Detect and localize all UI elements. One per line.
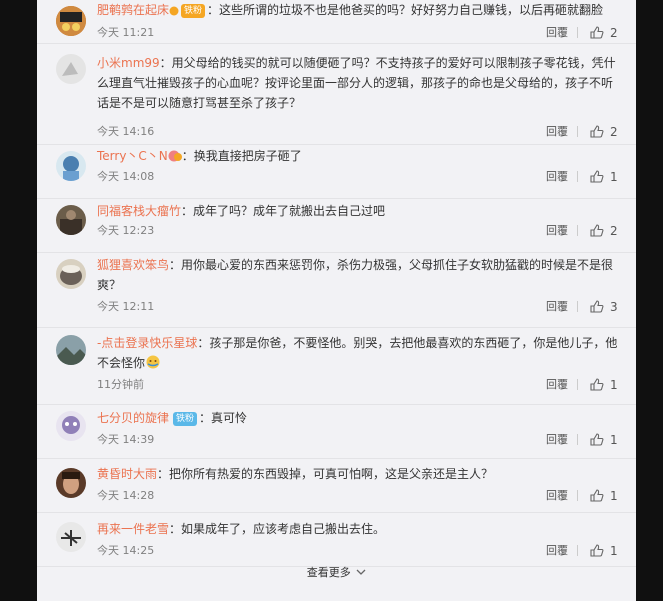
divider <box>577 301 578 312</box>
comment-text: ：如果成年了，应该考虑自己搬出去住。 <box>169 522 386 536</box>
comment-text: ：用父母给的钱买的就可以随便砸了吗？不支持孩子的爱好可以限制孩子零花钱，凭什么理… <box>97 56 616 110</box>
comment-item: -点击登录快乐星球：孩子那是你爸，不要怪他。别哭，去把他最喜欢的东西砸了，你是他… <box>37 328 636 405</box>
divider <box>577 379 578 390</box>
thumbs-up-icon <box>590 544 604 557</box>
like-button[interactable]: 2 <box>590 26 618 40</box>
thumbs-up-icon <box>590 300 604 313</box>
avatar[interactable] <box>56 151 86 181</box>
username-link[interactable]: 同福客栈大瘤竹 <box>97 204 181 218</box>
reply-button[interactable]: 回覆 <box>546 378 568 392</box>
reply-button[interactable]: 回覆 <box>546 300 568 314</box>
username-link[interactable]: Terry丶C丶N <box>97 149 168 163</box>
vip-icon <box>169 2 179 22</box>
reply-button[interactable]: 回覆 <box>546 433 568 447</box>
vip-icon <box>168 148 182 168</box>
comment-item: 再来一件老雪：如果成年了，应该考虑自己搬出去住。 今天 14:25 回覆 1 <box>37 513 636 567</box>
comment-text: ：这些所谓的垃圾不也是他爸买的吗？好好努力自己赚钱，以后再砸就翻脸 <box>207 3 604 17</box>
avatar[interactable] <box>56 54 86 84</box>
divider <box>577 434 578 445</box>
like-count: 1 <box>610 170 618 184</box>
avatar[interactable] <box>56 468 86 498</box>
like-button[interactable]: 3 <box>590 300 618 314</box>
chevron-down-icon <box>356 569 366 575</box>
comment-time: 今天 14:16 <box>97 125 155 138</box>
comment-time: 今天 14:28 <box>97 489 155 502</box>
reply-button[interactable]: 回覆 <box>546 26 568 40</box>
like-button[interactable]: 1 <box>590 170 618 184</box>
comment-list: 肥鹌鹑在起床 铁粉 ：这些所谓的垃圾不也是他爸买的吗？好好努力自己赚钱，以后再砸就翻… <box>37 0 636 567</box>
reply-button[interactable]: 回覆 <box>546 544 568 558</box>
comment-item: 黄昏时大雨：把你所有热爱的东西毁掉，可真可怕啊，这是父亲还是主人？ 今天 14:… <box>37 459 636 513</box>
comment-time: 11分钟前 <box>97 378 144 391</box>
thumbs-up-icon <box>590 125 604 138</box>
avatar[interactable] <box>56 6 86 36</box>
like-count: 2 <box>610 224 618 238</box>
avatar[interactable] <box>56 259 86 289</box>
reply-button[interactable]: 回覆 <box>546 224 568 238</box>
comment-item: Terry丶C丶N ：换我直接把房子砸了 今天 14:08 回覆 1 <box>37 145 636 199</box>
comment-text: ：把你所有热爱的东西毁掉，可真可怕啊，这是父亲还是主人？ <box>157 467 494 481</box>
comment-item: 肥鹌鹑在起床 铁粉 ：这些所谓的垃圾不也是他爸买的吗？好好努力自己赚钱，以后再砸就翻… <box>37 0 636 44</box>
thumbs-up-icon <box>590 433 604 446</box>
divider <box>577 126 578 137</box>
like-count: 1 <box>610 378 618 392</box>
avatar[interactable] <box>56 411 86 441</box>
fan-badge: 铁粉 <box>173 412 198 426</box>
view-more-label: 查看更多 <box>306 566 351 579</box>
comment-text: ：用你最心爱的东西来惩罚你，杀伤力极强，父母抓住子女软肋猛戳的时候是不是很爽？ <box>97 258 614 292</box>
username-link[interactable]: 狐狸喜欢笨鸟 <box>97 258 169 272</box>
thumbs-up-icon <box>590 170 604 183</box>
comment-time: 今天 14:39 <box>97 433 155 446</box>
comment-time: 今天 12:23 <box>97 224 155 237</box>
view-more-link[interactable]: 查看更多 <box>37 565 636 581</box>
like-count: 3 <box>610 300 618 314</box>
comment-panel: 肥鹌鹑在起床 铁粉 ：这些所谓的垃圾不也是他爸买的吗？好好努力自己赚钱，以后再砸就翻… <box>37 0 636 601</box>
crying-emoji-icon <box>145 354 161 375</box>
thumbs-up-icon <box>590 378 604 391</box>
comment-text: ：真可怜 <box>199 411 248 425</box>
reply-button[interactable]: 回覆 <box>546 125 568 139</box>
comment-time: 今天 12:11 <box>97 300 155 313</box>
comment-time: 今天 11:21 <box>97 26 155 39</box>
like-button[interactable]: 1 <box>590 544 618 558</box>
comment-item: 同福客栈大瘤竹：成年了吗？成年了就搬出去自己过吧 今天 12:23 回覆 2 <box>37 199 636 253</box>
comment-text: ：成年了吗？成年了就搬出去自己过吧 <box>181 204 386 218</box>
divider <box>577 171 578 182</box>
comment-time: 今天 14:08 <box>97 170 155 183</box>
username-link[interactable]: 肥鹌鹑在起床 <box>97 3 169 17</box>
like-button[interactable]: 1 <box>590 378 618 392</box>
divider <box>577 225 578 236</box>
reply-button[interactable]: 回覆 <box>546 170 568 184</box>
reply-button[interactable]: 回覆 <box>546 489 568 503</box>
avatar[interactable] <box>56 205 86 235</box>
avatar[interactable] <box>56 335 86 365</box>
divider <box>577 490 578 501</box>
username-link[interactable]: 小米mm99 <box>97 56 160 70</box>
comment-text: ：换我直接把房子砸了 <box>181 149 302 163</box>
like-count: 2 <box>610 26 618 40</box>
like-button[interactable]: 2 <box>590 125 618 139</box>
username-link[interactable]: 再来一件老雪 <box>97 522 169 536</box>
like-button[interactable]: 1 <box>590 489 618 503</box>
comment-item: 小米mm99：用父母给的钱买的就可以随便砸了吗？不支持孩子的爱好可以限制孩子零花… <box>37 44 636 145</box>
thumbs-up-icon <box>590 26 604 39</box>
divider <box>577 545 578 556</box>
thumbs-up-icon <box>590 224 604 237</box>
like-count: 2 <box>610 125 618 139</box>
divider <box>577 27 578 38</box>
username-link[interactable]: 黄昏时大雨 <box>97 467 157 481</box>
comment-item: 七分贝的旋律 铁粉 ：真可怜 今天 14:39 回覆 1 <box>37 405 636 459</box>
like-button[interactable]: 1 <box>590 433 618 447</box>
fan-badge: 铁粉 <box>181 4 206 18</box>
username-link[interactable]: -点击登录快乐星球 <box>97 336 197 350</box>
like-count: 1 <box>610 489 618 503</box>
avatar[interactable] <box>56 522 86 552</box>
comment-item: 狐狸喜欢笨鸟：用你最心爱的东西来惩罚你，杀伤力极强，父母抓住子女软肋猛戳的时候是… <box>37 253 636 328</box>
like-button[interactable]: 2 <box>590 224 618 238</box>
thumbs-up-icon <box>590 489 604 502</box>
like-count: 1 <box>610 544 618 558</box>
comment-time: 今天 14:25 <box>97 544 155 557</box>
username-link[interactable]: 七分贝的旋律 <box>97 411 169 425</box>
like-count: 1 <box>610 433 618 447</box>
